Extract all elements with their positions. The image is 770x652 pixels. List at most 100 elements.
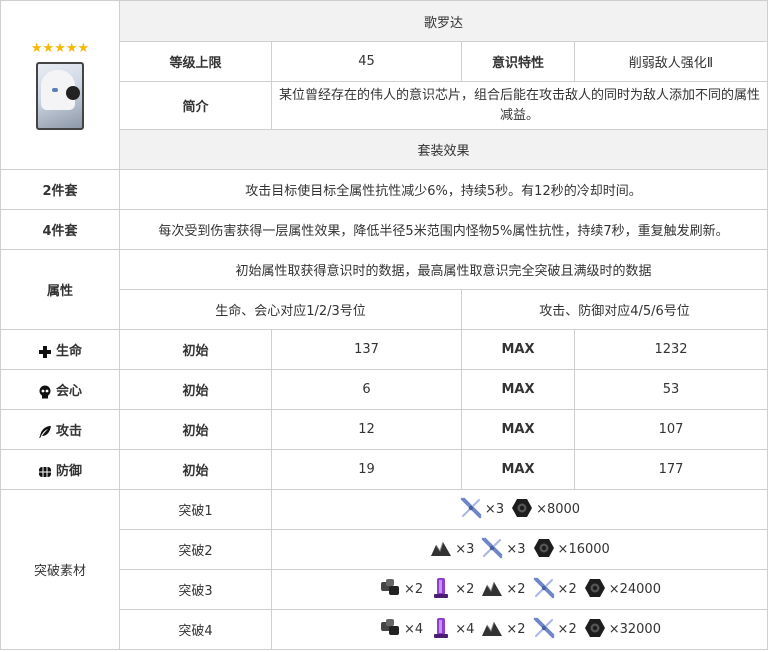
material-item: ×2 xyxy=(480,576,526,604)
material-item: ×4 xyxy=(429,616,474,644)
material-qty: ×3 xyxy=(506,542,526,557)
attr-name-cell: 生命 xyxy=(0,329,120,370)
cross-icon xyxy=(38,345,51,358)
attributes-hint: 初始属性取获得意识时的数据，最高属性取意识完全突破且满级时的数据 xyxy=(118,249,769,290)
init-label: 初始 xyxy=(119,329,272,370)
breakthrough-materials: ×3 ×3 ×16000 xyxy=(270,529,769,570)
character-portrait xyxy=(36,61,84,130)
alloy-material-icon xyxy=(378,616,404,644)
breakthrough-materials: ×3 ×8000 xyxy=(270,489,769,530)
max-value: 107 xyxy=(573,409,769,450)
trait-label: 意识特性 xyxy=(461,41,575,82)
material-item: ×2 xyxy=(378,576,423,604)
blade-material-icon xyxy=(532,616,558,644)
material-qty: ×3 xyxy=(455,542,475,557)
material-item: ×8000 xyxy=(510,496,580,524)
material-item: ×16000 xyxy=(532,536,610,564)
material-qty: ×4 xyxy=(404,622,424,637)
blade-material-icon xyxy=(480,536,506,564)
purple-tube-icon xyxy=(429,616,455,644)
max-value: 1232 xyxy=(573,329,769,370)
max-value: 53 xyxy=(573,369,769,410)
material-qty: ×32000 xyxy=(608,622,661,637)
breakthrough-label: 突破素材 xyxy=(0,489,120,650)
attr-row-atk: 攻击 初始 12 MAX 107 xyxy=(0,409,769,450)
set2-effect: 攻击目标使目标全属性抗性减少6%，持续5秒。有12秒的冷却时间。 xyxy=(118,169,769,210)
level-cap-value: 45 xyxy=(271,41,462,82)
material-item: ×4 xyxy=(378,616,423,644)
attr-row-hp: 生命 初始 137 MAX 1232 xyxy=(0,329,769,370)
slot-note-left: 生命、会心对应1/2/3号位 xyxy=(119,289,462,330)
material-item: ×2 xyxy=(532,616,577,644)
init-label: 初始 xyxy=(119,409,272,450)
breakthrough-materials: ×4 ×4 ×2 ×2 ×32000 xyxy=(270,609,769,650)
set2-label: 2件套 xyxy=(0,169,120,210)
consciousness-info-table: ★★★★★ 歌罗达 等级上限 45 意识特性 削弱敌人强化Ⅱ 简介 某位曾经存在… xyxy=(0,0,769,650)
consciousness-name: 歌罗达 xyxy=(118,0,769,42)
attr-name: 会心 xyxy=(55,384,82,399)
material-qty: ×2 xyxy=(455,582,475,597)
slot-note-right: 攻击、防御对应4/5/6号位 xyxy=(460,289,769,330)
breakthrough-row: 突破素材 突破1 ×3 ×8000 xyxy=(0,489,769,650)
set-effect-header: 套装效果 xyxy=(118,129,769,170)
ore-material-icon xyxy=(480,576,506,604)
max-label: MAX xyxy=(461,329,575,370)
max-label: MAX xyxy=(461,369,575,410)
material-item: ×3 xyxy=(480,536,526,564)
material-qty: ×2 xyxy=(506,622,526,637)
purple-tube-icon xyxy=(429,576,455,604)
init-value: 12 xyxy=(271,409,462,450)
init-value: 137 xyxy=(271,329,462,370)
intro-text: 某位曾经存在的伟人的意识芯片，组合后能在攻击敌人的同时为敌人添加不同的属性减益。 xyxy=(270,81,769,130)
level-cap-label: 等级上限 xyxy=(119,41,272,82)
material-qty: ×3 xyxy=(484,502,505,517)
material-qty: ×16000 xyxy=(557,542,610,557)
init-label: 初始 xyxy=(119,369,272,410)
max-label: MAX xyxy=(461,409,575,450)
portrait-cell: ★★★★★ xyxy=(0,0,120,170)
attr-name: 攻击 xyxy=(55,424,82,439)
max-value: 177 xyxy=(573,449,769,490)
breakthrough-stage: 突破4 xyxy=(119,609,272,650)
material-qty: ×24000 xyxy=(608,582,661,597)
init-value: 6 xyxy=(271,369,462,410)
gear-coin-icon xyxy=(510,496,536,524)
material-qty: ×2 xyxy=(506,582,526,597)
gear-coin-icon xyxy=(583,616,609,644)
material-item: ×32000 xyxy=(583,616,661,644)
feather-icon xyxy=(38,425,51,438)
rarity-stars: ★★★★★ xyxy=(30,40,90,56)
material-qty: ×2 xyxy=(557,622,577,637)
material-qty: ×4 xyxy=(455,622,475,637)
set4-label: 4件套 xyxy=(0,209,120,250)
material-qty: ×2 xyxy=(404,582,424,597)
blade-material-icon xyxy=(459,496,485,524)
trait-value: 削弱敌人强化Ⅱ xyxy=(573,41,769,82)
material-item: ×2 xyxy=(532,576,577,604)
gear-coin-icon xyxy=(583,576,609,604)
blade-material-icon xyxy=(532,576,558,604)
material-item: ×24000 xyxy=(583,576,661,604)
max-label: MAX xyxy=(461,449,575,490)
attributes-label: 属性 xyxy=(0,249,120,330)
set4-effect: 每次受到伤害获得一层属性效果，降低半径5米范围内怪物5%属性抗性，持续7秒，重复… xyxy=(118,209,769,250)
attr-name-cell: 会心 xyxy=(0,369,120,410)
attr-row-crit: 会心 初始 6 MAX 53 xyxy=(0,369,769,410)
skull-icon xyxy=(39,385,51,398)
breakthrough-stage: 突破1 xyxy=(119,489,272,530)
breakthrough-stage: 突破2 xyxy=(119,529,272,570)
attr-row-def: 防御 初始 19 MAX 177 xyxy=(0,449,769,490)
gear-coin-icon xyxy=(532,536,558,564)
init-label: 初始 xyxy=(119,449,272,490)
intro-label: 简介 xyxy=(119,81,272,130)
attr-name: 生命 xyxy=(55,344,82,359)
attr-name-cell: 攻击 xyxy=(0,409,120,450)
ore-material-icon xyxy=(480,616,506,644)
attr-name-cell: 防御 xyxy=(0,449,120,490)
shield-icon xyxy=(38,466,51,477)
material-qty: ×8000 xyxy=(536,502,581,517)
alloy-material-icon xyxy=(378,576,404,604)
breakthrough-materials: ×2 ×2 ×2 ×2 ×24000 xyxy=(270,569,769,610)
material-item: ×3 xyxy=(429,536,474,564)
attr-name: 防御 xyxy=(55,464,82,479)
